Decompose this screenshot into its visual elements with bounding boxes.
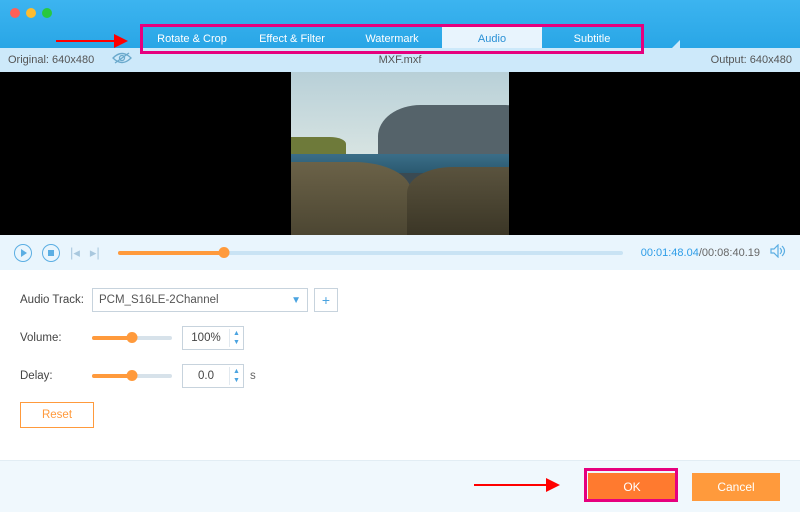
volume-input[interactable]: 100% ▲▼ [182, 326, 244, 350]
delay-slider-knob[interactable] [127, 370, 138, 381]
volume-label: Volume: [20, 332, 92, 344]
volume-icon[interactable] [770, 244, 786, 262]
delay-unit: s [250, 370, 256, 382]
volume-slider-knob[interactable] [127, 332, 138, 343]
info-bar: Original: 640x480 MXF.mxf Output: 640x48… [0, 48, 800, 72]
window-controls [10, 8, 52, 18]
delay-value: 0.0 [183, 370, 229, 382]
playback-timeline[interactable] [118, 251, 623, 255]
current-time: 00:01:48.04 [641, 247, 699, 259]
ok-button[interactable]: OK [588, 473, 676, 501]
chevron-down-icon: ▼ [291, 295, 301, 306]
maximize-window-icon[interactable] [42, 8, 52, 18]
minimize-window-icon[interactable] [26, 8, 36, 18]
playback-controls: |◂ ▸| 00:01:48.04/00:08:40.19 [0, 235, 800, 270]
volume-step-down[interactable]: ▼ [230, 338, 243, 347]
output-size-label: Output: 640x480 [711, 54, 792, 66]
video-preview-area [0, 72, 800, 235]
timeline-fill [118, 251, 224, 255]
stop-button[interactable] [42, 244, 60, 262]
filename-label: MXF.mxf [379, 54, 422, 66]
delay-input[interactable]: 0.0 ▲▼ [182, 364, 244, 388]
video-frame [291, 72, 509, 235]
delay-step-down[interactable]: ▼ [230, 376, 243, 385]
annotation-arrow-tabs [56, 36, 136, 46]
delay-step-up[interactable]: ▲ [230, 367, 243, 376]
prev-frame-button[interactable]: |◂ [70, 245, 80, 261]
add-audio-track-button[interactable]: + [314, 288, 338, 312]
play-button[interactable] [14, 244, 32, 262]
audio-track-label: Audio Track: [20, 294, 92, 306]
volume-slider[interactable] [92, 336, 172, 340]
timeline-knob[interactable] [218, 247, 229, 258]
audio-track-value: PCM_S16LE-2Channel [99, 294, 219, 306]
annotation-arrow-ok [474, 480, 574, 490]
volume-row: Volume: 100% ▲▼ [20, 326, 780, 350]
delay-row: Delay: 0.0 ▲▼ s [20, 364, 780, 388]
preview-toggle-icon[interactable] [112, 51, 132, 70]
close-window-icon[interactable] [10, 8, 20, 18]
audio-settings-panel: Audio Track: PCM_S16LE-2Channel ▼ + Volu… [0, 270, 800, 438]
timecode: 00:01:48.04/00:08:40.19 [641, 247, 760, 259]
volume-step-up[interactable]: ▲ [230, 329, 243, 338]
titlebar: Rotate & Crop Effect & Filter Watermark … [0, 0, 800, 48]
cancel-button[interactable]: Cancel [692, 473, 780, 501]
delay-slider[interactable] [92, 374, 172, 378]
original-size-label: Original: 640x480 [0, 54, 94, 66]
reset-button[interactable]: Reset [20, 402, 94, 428]
audio-track-row: Audio Track: PCM_S16LE-2Channel ▼ + [20, 288, 780, 312]
next-frame-button[interactable]: ▸| [90, 245, 100, 261]
total-time: /00:08:40.19 [699, 247, 760, 259]
decorative-notch [662, 40, 680, 58]
volume-value: 100% [183, 332, 229, 344]
audio-track-select[interactable]: PCM_S16LE-2Channel ▼ [92, 288, 308, 312]
delay-label: Delay: [20, 370, 92, 382]
dialog-footer: OK Cancel [0, 460, 800, 512]
